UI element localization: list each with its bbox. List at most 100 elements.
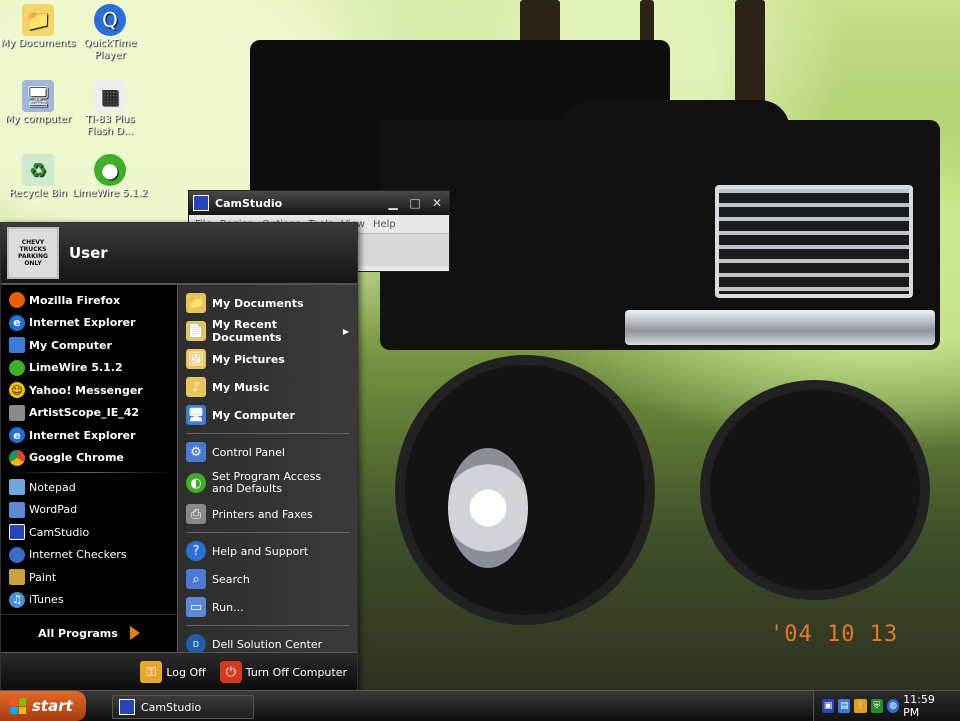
printer-icon: ⎙	[186, 504, 206, 524]
place-my-music[interactable]: ♪ My Music	[178, 373, 357, 401]
chrome-icon	[9, 449, 25, 466]
calculator-shortcut-icon: ▦	[94, 80, 126, 112]
arrow-right-icon	[129, 626, 140, 640]
recent-item-camstudio[interactable]: CamStudio	[1, 521, 177, 544]
recent-item-internet-explorer[interactable]: e Internet Explorer	[1, 424, 177, 447]
taskbar-button-camstudio[interactable]: CamStudio	[112, 695, 254, 719]
notepad-icon	[9, 479, 25, 496]
divider	[186, 532, 349, 533]
limewire-icon: ●	[94, 154, 126, 186]
control-panel-icon: ⚙	[186, 442, 206, 462]
desktop-icon-my-computer[interactable]: 🖥 My computer	[0, 80, 76, 126]
power-icon: ⏻	[219, 661, 242, 683]
printers-faxes-item[interactable]: ⎙ Printers and Faxes	[178, 500, 357, 528]
shield-icon[interactable]: ⛨	[870, 699, 883, 713]
turn-off-button[interactable]: ⏻ Turn Off Computer	[219, 661, 347, 683]
recycle-bin-icon: ♻	[22, 154, 54, 186]
wordpad-icon	[9, 501, 25, 518]
control-panel-item[interactable]: ⚙ Control Panel	[178, 438, 357, 466]
limewire-icon	[9, 359, 25, 376]
program-access-icon: ◐	[186, 473, 206, 493]
recent-item-artistscope[interactable]: ArtistScope_IE_42	[1, 402, 177, 425]
close-button[interactable]: ✕	[429, 196, 445, 210]
network-icon[interactable]: ▤	[838, 699, 851, 713]
warning-icon[interactable]: !	[854, 699, 867, 713]
desktop-icon-my-documents[interactable]: 📁 My Documents	[0, 4, 76, 50]
recent-item-internet-checkers[interactable]: Internet Checkers	[1, 544, 177, 567]
help-support-item[interactable]: ? Help and Support	[178, 537, 357, 565]
place-my-computer[interactable]: 🖥 My Computer	[178, 401, 357, 429]
user-name: User	[69, 244, 108, 262]
start-button[interactable]: start	[0, 691, 86, 721]
quicktime-icon: Q	[94, 4, 126, 36]
paint-icon	[9, 569, 25, 586]
firefox-icon	[9, 292, 25, 309]
divider	[186, 625, 349, 626]
start-menu-footer: ⚿ Log Off ⏻ Turn Off Computer	[1, 652, 357, 691]
start-menu-header: CHEVY TRUCKS PARKING ONLY User	[1, 223, 357, 285]
recent-item-yahoo-messenger[interactable]: ☺ Yahoo! Messenger	[1, 379, 177, 402]
checkers-icon	[9, 546, 25, 563]
minimize-button[interactable]: ▁	[385, 196, 401, 210]
photo-date-stamp: '04 10 13	[770, 622, 899, 647]
folder-icon: 📁	[22, 4, 54, 36]
camstudio-titlebar[interactable]: CamStudio ▁ □ ✕	[189, 191, 449, 215]
music-icon: ♪	[186, 377, 206, 397]
log-off-button[interactable]: ⚿ Log Off	[140, 661, 206, 683]
pinned-item-firefox[interactable]: Mozilla Firefox	[1, 289, 177, 312]
computer-icon: 🖥	[22, 80, 54, 112]
recent-item-limewire[interactable]: LimeWire 5.1.2	[1, 357, 177, 380]
windows-flag-icon	[10, 698, 26, 714]
camstudio-icon	[119, 699, 135, 715]
recent-item-itunes[interactable]: ♫ iTunes	[1, 589, 177, 612]
recent-item-notepad[interactable]: Notepad	[1, 476, 177, 499]
system-tray: ▣ ▤ ! ⛨ ◍ 11:59 PM	[813, 691, 960, 721]
pictures-icon: 🖼	[186, 349, 206, 369]
window-title: CamStudio	[215, 196, 283, 210]
place-my-recent-documents[interactable]: 📄 My Recent Documents ▶	[178, 317, 357, 345]
all-programs-button[interactable]: All Programs	[1, 614, 177, 645]
key-icon: ⚿	[140, 661, 163, 683]
camstudio-tray-icon[interactable]: ▣	[822, 699, 835, 713]
program-access-item[interactable]: ◐ Set Program Access and Defaults	[178, 466, 357, 500]
desktop-icon-limewire[interactable]: ● LimeWire 5.1.2	[72, 154, 148, 200]
desktop-icon-recycle-bin[interactable]: ♻ Recycle Bin	[0, 154, 76, 200]
place-my-documents[interactable]: 📁 My Documents	[178, 289, 357, 317]
recent-item-paint[interactable]: Paint	[1, 566, 177, 589]
recent-item-google-chrome[interactable]: Google Chrome	[1, 447, 177, 470]
computer-icon	[9, 337, 25, 354]
recent-item-my-computer[interactable]: My Computer	[1, 334, 177, 357]
camstudio-icon	[9, 524, 25, 541]
itunes-icon: ♫	[9, 591, 25, 608]
start-menu: CHEVY TRUCKS PARKING ONLY User Mozilla F…	[0, 222, 358, 692]
divider	[186, 433, 349, 434]
taskbar: start CamStudio ▣ ▤ ! ⛨ ◍ 11:59 PM	[0, 690, 960, 721]
globe-icon[interactable]: ◍	[886, 699, 900, 713]
help-icon: ?	[186, 541, 206, 561]
divider	[7, 472, 171, 473]
start-menu-programs-column: Mozilla Firefox e Internet Explorer My C…	[1, 285, 177, 653]
recent-documents-icon: 📄	[186, 321, 206, 341]
window-icon	[9, 404, 25, 421]
search-item[interactable]: ⌕ Search	[178, 565, 357, 593]
desktop-icon-ti83[interactable]: ▦ TI-83 Plus Flash D...	[72, 80, 148, 138]
internet-explorer-icon: e	[9, 427, 25, 444]
dell-icon: D	[186, 634, 206, 654]
menu-help[interactable]: Help	[373, 219, 396, 230]
yahoo-messenger-icon: ☺	[9, 382, 25, 399]
folder-icon: 📁	[186, 293, 206, 313]
run-item[interactable]: ▭ Run...	[178, 593, 357, 621]
desktop-icon-quicktime[interactable]: Q QuickTime Player	[72, 4, 148, 62]
start-menu-places-column: 📁 My Documents 📄 My Recent Documents ▶ 🖼…	[177, 285, 357, 654]
place-my-pictures[interactable]: 🖼 My Pictures	[178, 345, 357, 373]
camstudio-icon	[193, 195, 209, 211]
submenu-arrow-icon: ▶	[342, 326, 349, 336]
pinned-item-internet-explorer[interactable]: e Internet Explorer	[1, 312, 177, 335]
search-icon: ⌕	[186, 569, 206, 589]
computer-icon: 🖥	[186, 405, 206, 425]
clock[interactable]: 11:59 PM	[903, 693, 948, 719]
internet-explorer-icon: e	[9, 314, 25, 331]
recent-item-wordpad[interactable]: WordPad	[1, 499, 177, 522]
maximize-button[interactable]: □	[407, 196, 423, 210]
avatar[interactable]: CHEVY TRUCKS PARKING ONLY	[7, 227, 59, 279]
